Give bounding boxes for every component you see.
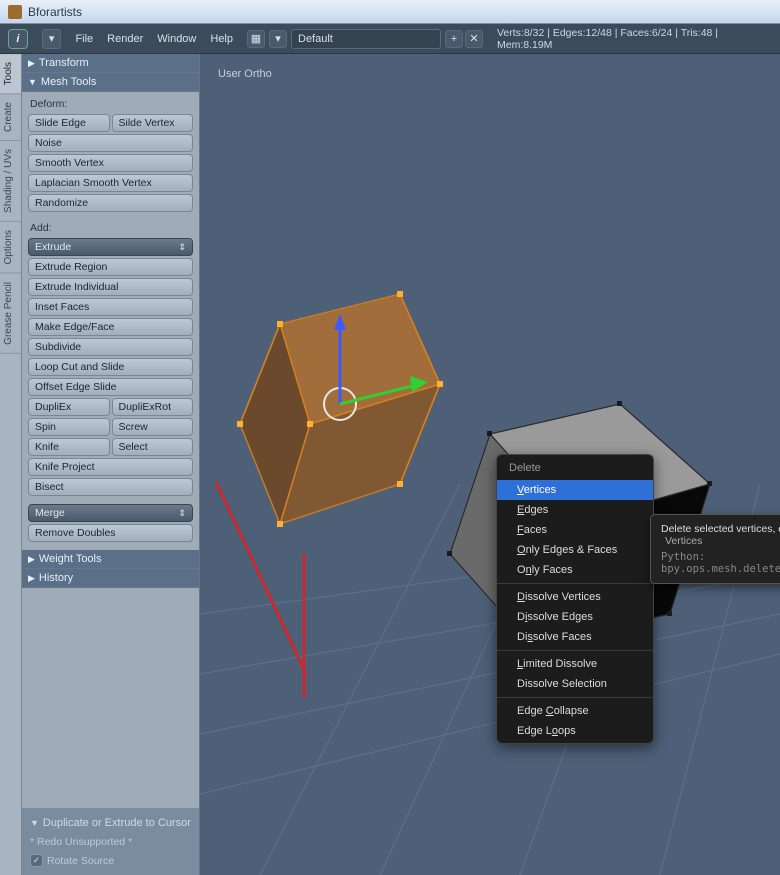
select-button[interactable]: Select bbox=[112, 438, 194, 456]
vtab-options[interactable]: Options bbox=[0, 222, 21, 273]
loop-cut-button[interactable]: Loop Cut and Slide bbox=[28, 358, 193, 376]
slide-edge-button[interactable]: Slide Edge bbox=[28, 114, 110, 132]
disclosure-down-icon: ▼ bbox=[28, 77, 37, 87]
inset-faces-button[interactable]: Inset Faces bbox=[28, 298, 193, 316]
remove-doubles-button[interactable]: Remove Doubles bbox=[28, 524, 193, 542]
menu-window[interactable]: Window bbox=[157, 33, 196, 45]
scene-svg bbox=[200, 54, 780, 875]
crumb-dropdown-icon[interactable]: ▾ bbox=[42, 29, 62, 49]
make-edge-face-button[interactable]: Make Edge/Face bbox=[28, 318, 193, 336]
ctx-separator bbox=[497, 697, 653, 698]
ctx-dissolve-edges[interactable]: Dissolve Edges bbox=[497, 607, 653, 627]
subdivide-button[interactable]: Subdivide bbox=[28, 338, 193, 356]
add-label: Add: bbox=[28, 220, 193, 236]
weight-tools-header[interactable]: ▶Weight Tools bbox=[22, 550, 199, 569]
ctx-dissolve-vertices[interactable]: Dissolve Vertices bbox=[497, 587, 653, 607]
app-icon bbox=[8, 5, 22, 19]
delete-context-menu: Delete Vertices Edges Faces Only Edges &… bbox=[496, 454, 654, 744]
vtab-grease-pencil[interactable]: Grease Pencil bbox=[0, 274, 21, 354]
ctx-separator bbox=[497, 583, 653, 584]
history-header[interactable]: ▶History bbox=[22, 569, 199, 588]
ctx-edge-collapse[interactable]: Edge Collapse bbox=[497, 701, 653, 721]
knife-button[interactable]: Knife bbox=[28, 438, 110, 456]
disclosure-right-icon: ▶ bbox=[28, 58, 35, 69]
disclosure-down-icon: ▼ bbox=[30, 818, 39, 828]
dupliexrot-button[interactable]: DupliExRot bbox=[112, 398, 194, 416]
ctx-only-faces[interactable]: Only Faces bbox=[497, 560, 653, 580]
mesh-tools-body: Deform: Slide Edge Silde Vertex Noise Sm… bbox=[22, 92, 199, 546]
ctx-title: Delete bbox=[497, 457, 653, 480]
extrude-individual-button[interactable]: Extrude Individual bbox=[28, 278, 193, 296]
dupliex-button[interactable]: DupliEx bbox=[28, 398, 110, 416]
layout-field[interactable]: Default bbox=[291, 29, 441, 49]
bisect-button[interactable]: Bisect bbox=[28, 478, 193, 496]
tooltip: Delete selected vertices, edges or faces… bbox=[650, 514, 780, 584]
window-title: Bforartists bbox=[28, 5, 82, 19]
extrude-region-button[interactable]: Extrude Region bbox=[28, 258, 193, 276]
menu-render[interactable]: Render bbox=[107, 33, 143, 45]
vertical-tabs: Tools Create Shading / UVs Options Greas… bbox=[0, 54, 22, 875]
ctx-vertices[interactable]: Vertices bbox=[497, 480, 653, 500]
extrude-dropdown[interactable]: Extrude bbox=[28, 238, 193, 256]
layout-icon[interactable]: ▦ bbox=[247, 30, 265, 48]
offset-edge-button[interactable]: Offset Edge Slide bbox=[28, 378, 193, 396]
tooltip-desc: Delete selected vertices, edges or faces… bbox=[661, 523, 780, 535]
mesh-tools-header[interactable]: ▼Mesh Tools bbox=[22, 73, 199, 92]
operator-header[interactable]: ▼Duplicate or Extrude to Cursor bbox=[28, 814, 193, 832]
info-icon[interactable]: i bbox=[8, 29, 28, 49]
disclosure-right-icon: ▶ bbox=[28, 573, 35, 584]
workspace: Tools Create Shading / UVs Options Greas… bbox=[0, 54, 780, 875]
layout-browse-icon[interactable]: ▾ bbox=[269, 30, 287, 48]
deform-label: Deform: bbox=[28, 96, 193, 112]
redo-unsupported-label: * Redo Unsupported * bbox=[28, 832, 193, 852]
tool-sidebar: ▶Transform ▼Mesh Tools Deform: Slide Edg… bbox=[22, 54, 200, 875]
noise-button[interactable]: Noise bbox=[28, 134, 193, 152]
knife-project-button[interactable]: Knife Project bbox=[28, 458, 193, 476]
ctx-separator bbox=[497, 650, 653, 651]
ctx-edge-loops[interactable]: Edge Loops bbox=[497, 721, 653, 741]
transform-header[interactable]: ▶Transform bbox=[22, 54, 199, 73]
operator-panel: ▼Duplicate or Extrude to Cursor * Redo U… bbox=[22, 808, 199, 875]
layout-add-button[interactable]: + bbox=[445, 30, 463, 48]
layout-selector: ▦ ▾ Default + ✕ bbox=[247, 29, 483, 49]
vtab-create[interactable]: Create bbox=[0, 94, 21, 141]
ctx-only-edges-faces[interactable]: Only Edges & Faces bbox=[497, 540, 653, 560]
screw-button[interactable]: Screw bbox=[112, 418, 194, 436]
ctx-dissolve-faces[interactable]: Dissolve Faces bbox=[497, 627, 653, 647]
randomize-button[interactable]: Randomize bbox=[28, 194, 193, 212]
spin-button[interactable]: Spin bbox=[28, 418, 110, 436]
merge-dropdown[interactable]: Merge bbox=[28, 504, 193, 522]
ctx-limited-dissolve[interactable]: Limited Dissolve bbox=[497, 654, 653, 674]
ctx-faces[interactable]: Faces bbox=[497, 520, 653, 540]
laplacian-button[interactable]: Laplacian Smooth Vertex bbox=[28, 174, 193, 192]
menu-help[interactable]: Help bbox=[210, 33, 233, 45]
rotate-source-checkbox[interactable]: ✓ Rotate Source bbox=[28, 852, 193, 869]
ctx-dissolve-selection[interactable]: Dissolve Selection bbox=[497, 674, 653, 694]
titlebar: Bforartists bbox=[0, 0, 780, 24]
layout-remove-button[interactable]: ✕ bbox=[465, 30, 483, 48]
smooth-vertex-button[interactable]: Smooth Vertex bbox=[28, 154, 193, 172]
vtab-tools[interactable]: Tools bbox=[0, 54, 21, 94]
tooltip-value: Vertices bbox=[665, 535, 702, 547]
menubar: i ▾ File Render Window Help ▦ ▾ Default … bbox=[0, 24, 780, 54]
viewport-3d[interactable]: User Ortho bbox=[200, 54, 780, 875]
ctx-edges[interactable]: Edges bbox=[497, 500, 653, 520]
menu-file[interactable]: File bbox=[75, 33, 93, 45]
check-icon: ✓ bbox=[30, 854, 43, 867]
scene-stats: Verts:8/32 | Edges:12/48 | Faces:6/24 | … bbox=[497, 27, 772, 51]
tooltip-python: Python: bpy.ops.mesh.delete(type='VERT') bbox=[661, 551, 780, 575]
vtab-shading-uvs[interactable]: Shading / UVs bbox=[0, 141, 21, 222]
disclosure-right-icon: ▶ bbox=[28, 554, 35, 565]
slide-vertex-button[interactable]: Silde Vertex bbox=[112, 114, 194, 132]
